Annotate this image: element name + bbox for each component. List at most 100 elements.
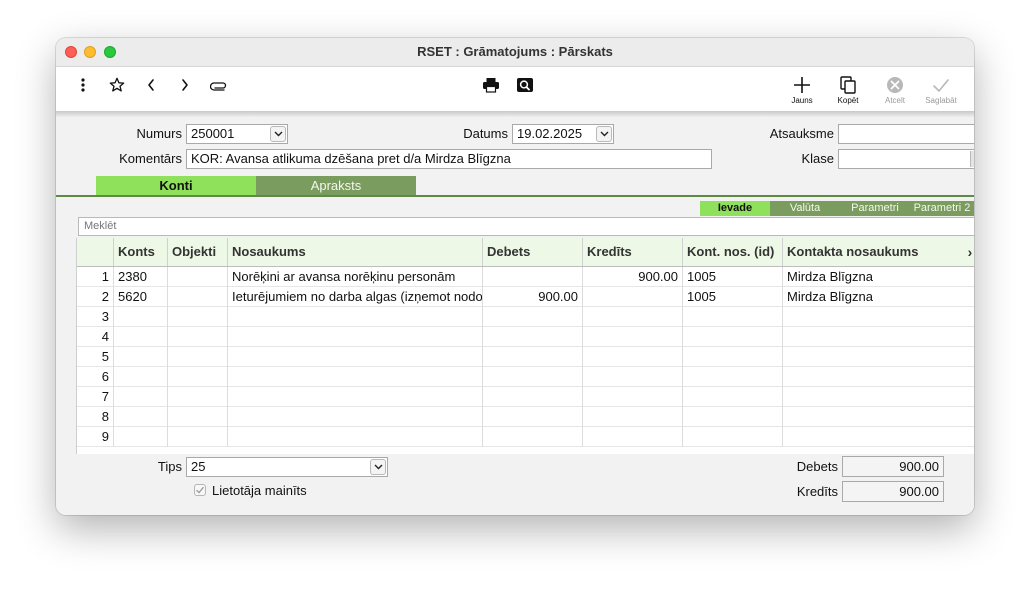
cell-debets[interactable] — [482, 367, 582, 387]
star-icon[interactable] — [106, 75, 128, 95]
column-header-objekti[interactable]: Objekti — [167, 238, 227, 266]
table-row[interactable]: 8 — [77, 407, 974, 427]
cell-kredits[interactable] — [582, 427, 682, 447]
type-field[interactable]: 25 — [186, 457, 388, 477]
column-header-debets[interactable]: Debets — [482, 238, 582, 266]
cell-objekti[interactable] — [167, 327, 227, 347]
cell-nosaukums[interactable] — [227, 407, 482, 427]
cell-objekti[interactable] — [167, 287, 227, 307]
subtab-parametri-2[interactable]: Parametri 2 — [910, 201, 974, 216]
cell-debets[interactable] — [482, 307, 582, 327]
cell-kont-id[interactable] — [682, 307, 782, 327]
cell-objekti[interactable] — [167, 407, 227, 427]
cell-nosaukums[interactable]: Norēķini ar avansa norēķinu personām — [227, 267, 482, 287]
subtab-valuta[interactable]: Valūta — [770, 201, 840, 216]
copy-button[interactable]: Kopēt — [825, 75, 871, 105]
subtab-parametri[interactable]: Parametri — [840, 201, 910, 216]
cell-kontakts[interactable] — [782, 427, 974, 447]
cell-kont-id[interactable] — [682, 407, 782, 427]
table-row[interactable]: 3 — [77, 307, 974, 327]
cell-nosaukums[interactable] — [227, 427, 482, 447]
cell-kredits[interactable] — [582, 287, 682, 307]
more-menu-icon[interactable] — [72, 75, 94, 95]
table-row[interactable]: 6 — [77, 367, 974, 387]
table-row[interactable]: 4 — [77, 327, 974, 347]
cell-objekti[interactable] — [167, 267, 227, 287]
cell-objekti[interactable] — [167, 347, 227, 367]
cell-konts[interactable] — [113, 367, 167, 387]
comment-field[interactable]: KOR: Avansa atlikuma dzēšana pret d/a Mi… — [186, 149, 712, 169]
cell-kredits[interactable] — [582, 387, 682, 407]
cell-kontakts[interactable]: Mirdza Blīgzna — [782, 287, 974, 307]
search-input[interactable]: Meklēt — [78, 217, 974, 236]
more-columns-icon[interactable]: › — [963, 238, 974, 266]
cell-kont-id[interactable] — [682, 387, 782, 407]
tab-apraksts[interactable]: Apraksts — [256, 176, 416, 196]
column-header-kontakts[interactable]: Kontakta nosaukums — [782, 238, 974, 266]
paperclip-icon[interactable] — [208, 75, 230, 95]
cell-kont-id[interactable] — [682, 427, 782, 447]
cell-kontakts[interactable] — [782, 387, 974, 407]
cell-kredits[interactable] — [582, 327, 682, 347]
cell-kont-id[interactable]: 1005 — [682, 267, 782, 287]
cell-konts[interactable]: 2380 — [113, 267, 167, 287]
new-button[interactable]: Jauns — [779, 75, 825, 105]
chevron-left-icon[interactable] — [140, 75, 162, 95]
cell-debets[interactable] — [482, 327, 582, 347]
cell-kontakts[interactable] — [782, 347, 974, 367]
chevron-right-icon[interactable] — [174, 75, 196, 95]
cancel-button[interactable]: Atcelt — [872, 75, 918, 105]
cell-konts[interactable] — [113, 347, 167, 367]
class-field[interactable] — [838, 149, 974, 169]
cell-kontakts[interactable] — [782, 367, 974, 387]
cell-objekti[interactable] — [167, 367, 227, 387]
cell-objekti[interactable] — [167, 427, 227, 447]
tab-konti[interactable]: Konti — [96, 176, 256, 196]
class-dropdown-button[interactable] — [970, 151, 974, 167]
cell-nosaukums[interactable] — [227, 347, 482, 367]
cell-kontakts[interactable] — [782, 327, 974, 347]
cell-konts[interactable] — [113, 327, 167, 347]
preview-icon[interactable] — [514, 75, 536, 95]
cell-debets[interactable] — [482, 407, 582, 427]
cell-debets[interactable] — [482, 267, 582, 287]
cell-kredits[interactable] — [582, 407, 682, 427]
print-icon[interactable] — [480, 75, 502, 95]
cell-nosaukums[interactable] — [227, 387, 482, 407]
cell-kontakts[interactable] — [782, 307, 974, 327]
column-header-kont-id[interactable]: Kont. nos. (id) — [682, 238, 782, 266]
cell-konts[interactable]: 5620 — [113, 287, 167, 307]
cell-debets[interactable] — [482, 347, 582, 367]
cell-konts[interactable] — [113, 307, 167, 327]
user-changed-checkbox[interactable] — [194, 484, 206, 496]
cell-konts[interactable] — [113, 427, 167, 447]
cell-objekti[interactable] — [167, 307, 227, 327]
cell-kredits[interactable] — [582, 307, 682, 327]
column-header-konts[interactable]: Konts — [113, 238, 167, 266]
save-button[interactable]: Saglabāt — [918, 75, 964, 105]
cell-kont-id[interactable] — [682, 347, 782, 367]
cell-objekti[interactable] — [167, 387, 227, 407]
subtab-ievade[interactable]: Ievade — [700, 201, 770, 216]
type-dropdown-button[interactable] — [370, 459, 386, 475]
reference-field[interactable] — [838, 124, 974, 144]
cell-kredits[interactable]: 900.00 — [582, 267, 682, 287]
cell-debets[interactable] — [482, 427, 582, 447]
date-field[interactable]: 19.02.2025 — [512, 124, 614, 144]
cell-kontakts[interactable]: Mirdza Blīgzna — [782, 267, 974, 287]
table-row[interactable]: 1 2380 Norēķini ar avansa norēķinu personā… — [77, 267, 974, 287]
cell-nosaukums[interactable] — [227, 327, 482, 347]
table-row[interactable]: 2 5620 Ieturējumiem no darba algas (izņemo… — [77, 287, 974, 307]
cell-konts[interactable] — [113, 387, 167, 407]
cell-kredits[interactable] — [582, 347, 682, 367]
cell-konts[interactable] — [113, 407, 167, 427]
cell-nosaukums[interactable]: Ieturējumiem no darba algas (izņemot nod… — [227, 287, 482, 307]
table-row[interactable]: 7 — [77, 387, 974, 407]
column-header-kredits[interactable]: Kredīts — [582, 238, 682, 266]
cell-kontakts[interactable] — [782, 407, 974, 427]
date-dropdown-button[interactable] — [596, 126, 612, 142]
cell-nosaukums[interactable] — [227, 307, 482, 327]
number-dropdown-button[interactable] — [270, 126, 286, 142]
cell-nosaukums[interactable] — [227, 367, 482, 387]
cell-kredits[interactable] — [582, 367, 682, 387]
